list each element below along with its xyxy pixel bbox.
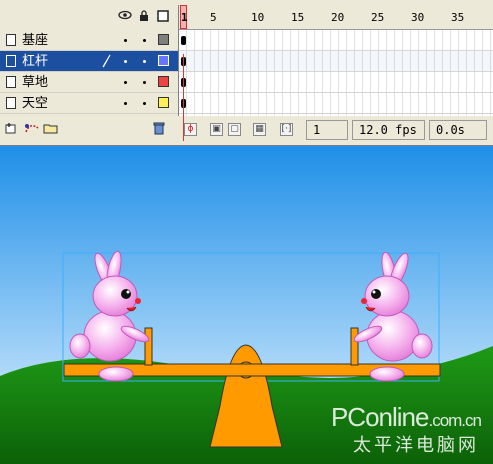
layer-doc-icon	[6, 76, 16, 88]
onion-skin-outlines-icon[interactable]: ▢	[228, 123, 241, 136]
frame-row[interactable]	[179, 51, 493, 72]
onion-skin-icon[interactable]: ▣	[210, 123, 223, 136]
layer-name: 基座	[22, 33, 49, 48]
layer-tools	[0, 118, 178, 142]
ruler-label: 35	[451, 11, 465, 24]
edit-multiple-frames-icon[interactable]: ▦	[253, 123, 266, 136]
ruler-label: 5	[210, 11, 217, 24]
frame-row[interactable]	[179, 93, 493, 114]
trash-icon[interactable]	[153, 122, 165, 138]
lock-icon[interactable]	[139, 10, 149, 25]
layer-color-swatch[interactable]	[158, 55, 169, 66]
eye-icon[interactable]	[118, 10, 132, 23]
timeline-panel: 基座 杠杆 草地 天空 1 5 10 15 20 25 30 35 ɸ ▣ ▢ …	[0, 0, 493, 146]
ruler-label: 20	[331, 11, 345, 24]
layer-doc-icon	[6, 34, 16, 46]
lock-dot[interactable]	[143, 39, 146, 42]
ruler-label: 10	[251, 11, 265, 24]
frames-area: 1 5 10 15 20 25 30 35	[178, 5, 493, 141]
layer-row-sky[interactable]: 天空	[0, 93, 178, 114]
ruler-label-current: 1	[181, 11, 188, 24]
current-frame-display: 1	[306, 120, 348, 140]
layer-row-lever[interactable]: 杠杆	[0, 51, 178, 72]
frame-rate-display[interactable]: 12.0 fps	[352, 120, 425, 140]
layer-color-swatch[interactable]	[158, 97, 169, 108]
frame-ruler[interactable]: 1 5 10 15 20 25 30 35	[179, 5, 493, 30]
layer-name: 草地	[22, 75, 49, 90]
ruler-label: 15	[291, 11, 305, 24]
layer-list: 基座 杠杆 草地 天空	[0, 30, 178, 114]
layer-name: 杠杆	[22, 54, 49, 69]
insert-folder-icon[interactable]	[43, 122, 59, 137]
visibility-dot[interactable]	[124, 102, 127, 105]
pencil-icon	[102, 54, 112, 71]
center-frame-icon[interactable]: ɸ	[184, 123, 197, 136]
insert-layer-icon[interactable]	[5, 122, 19, 137]
watermark-brand: PConline.com.cn	[330, 402, 482, 432]
watermark-chinese: 太平洋电脑网	[353, 435, 479, 456]
keyframe[interactable]	[181, 36, 186, 45]
outline-icon[interactable]	[157, 10, 169, 25]
frame-row[interactable]	[179, 30, 493, 51]
layer-color-swatch[interactable]	[158, 34, 169, 45]
lock-dot[interactable]	[143, 81, 146, 84]
right-handle	[350, 327, 359, 366]
modify-onion-markers-icon[interactable]: [·]	[280, 123, 293, 136]
layer-row-base[interactable]: 基座	[0, 30, 178, 51]
layer-doc-icon	[6, 55, 16, 67]
layer-header	[0, 5, 178, 29]
layer-name: 天空	[22, 96, 49, 111]
stage-canvas[interactable]: PConline.com.cn 太平洋电脑网	[0, 146, 493, 464]
lock-dot[interactable]	[143, 102, 146, 105]
visibility-dot[interactable]	[124, 81, 127, 84]
layer-row-grass[interactable]: 草地	[0, 72, 178, 93]
lock-dot[interactable]	[143, 60, 146, 63]
visibility-dot[interactable]	[124, 39, 127, 42]
layer-doc-icon	[6, 97, 16, 109]
ruler-label: 30	[411, 11, 425, 24]
ruler-label: 25	[371, 11, 385, 24]
left-handle	[144, 327, 153, 366]
elapsed-time-display: 0.0s	[429, 120, 487, 140]
add-motion-guide-icon[interactable]	[24, 122, 40, 137]
frame-status-bar: ɸ ▣ ▢ ▦ [·] 1 12.0 fps 0.0s	[178, 118, 493, 142]
frame-row[interactable]	[179, 72, 493, 93]
layer-color-swatch[interactable]	[158, 76, 169, 87]
visibility-dot[interactable]	[124, 60, 127, 63]
frame-grid[interactable]	[179, 30, 493, 141]
